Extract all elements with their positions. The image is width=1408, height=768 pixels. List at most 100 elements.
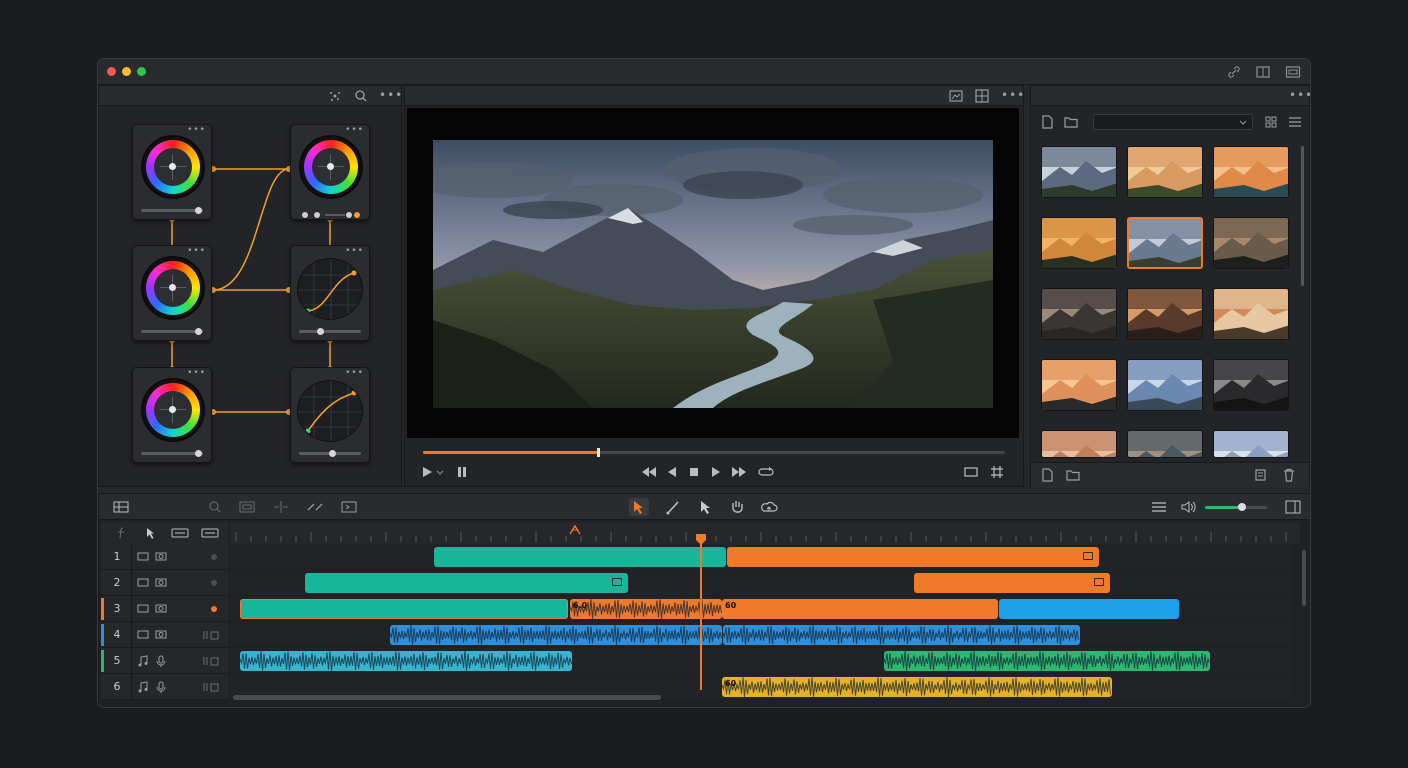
function-icon[interactable]: [115, 526, 129, 540]
scrub-bar[interactable]: [423, 448, 1005, 457]
timeline-clip[interactable]: [305, 573, 628, 593]
list-view-icon[interactable]: [1287, 114, 1303, 130]
media-thumbnail[interactable]: [1127, 146, 1203, 198]
bin-dropdown[interactable]: [1093, 114, 1253, 130]
frame-icon[interactable]: [237, 498, 257, 516]
hand-icon[interactable]: [727, 498, 747, 516]
curve-node[interactable]: •••: [290, 245, 370, 341]
split-icon[interactable]: [271, 498, 291, 516]
stop-icon[interactable]: [687, 464, 701, 478]
more-icon[interactable]: •••: [187, 125, 206, 135]
aspect-icon[interactable]: [963, 464, 979, 478]
curve-graph[interactable]: [297, 380, 363, 442]
color-wheel[interactable]: [299, 135, 363, 199]
timeline-clip[interactable]: [240, 599, 568, 619]
track-view-icon[interactable]: [137, 629, 149, 641]
color-wheel-node[interactable]: •••: [132, 124, 212, 220]
more-icon[interactable]: •••: [345, 368, 364, 378]
new-file-icon[interactable]: [1039, 467, 1055, 483]
grid-view-icon[interactable]: [1263, 114, 1279, 130]
waveform-view-icon[interactable]: [201, 526, 219, 540]
folder-icon[interactable]: [1065, 467, 1081, 483]
media-thumbnail[interactable]: [1041, 217, 1117, 269]
media-thumbnail[interactable]: [1213, 430, 1289, 458]
media-thumbnail[interactable]: [1041, 430, 1117, 458]
curve-node[interactable]: •••: [290, 367, 370, 463]
link-clips-icon[interactable]: [305, 498, 325, 516]
color-wheel-node[interactable]: •••: [132, 367, 212, 463]
node-slider[interactable]: [141, 328, 203, 335]
music-note-icon[interactable]: [137, 681, 149, 693]
horizontal-scrollbar[interactable]: [233, 695, 661, 700]
track-header[interactable]: 2: [101, 570, 228, 596]
color-wheel-node[interactable]: •••: [132, 245, 212, 341]
track-header[interactable]: 4: [101, 622, 228, 648]
timeline-clip[interactable]: [434, 547, 726, 567]
track-view-icon[interactable]: [137, 603, 149, 615]
camera-icon[interactable]: [155, 603, 167, 615]
media-thumbnail[interactable]: [1213, 217, 1289, 269]
microphone-icon[interactable]: [155, 681, 167, 693]
timeline-clip[interactable]: [884, 651, 1210, 671]
node-slider[interactable]: [141, 450, 203, 457]
screen-icon[interactable]: [1285, 64, 1301, 80]
media-thumbnail[interactable]: [1041, 146, 1117, 198]
export-icon[interactable]: [1253, 467, 1269, 483]
playhead[interactable]: [700, 544, 702, 690]
new-file-icon[interactable]: [1039, 114, 1055, 130]
media-thumbnail[interactable]: [1041, 288, 1117, 340]
overlay-icon[interactable]: [339, 498, 359, 516]
link-icon[interactable]: [1226, 64, 1242, 80]
more-icon[interactable]: •••: [345, 125, 364, 135]
color-wheel[interactable]: [141, 378, 205, 442]
timeline-clip[interactable]: [914, 573, 1110, 593]
track-view-icon[interactable]: [137, 551, 149, 563]
play-icon[interactable]: [421, 464, 451, 478]
scrollbar[interactable]: [1301, 146, 1304, 286]
media-thumbnail[interactable]: [1127, 359, 1203, 411]
more-icon[interactable]: •••: [187, 368, 206, 378]
track-header[interactable]: 1: [101, 544, 228, 570]
timeline-clip[interactable]: 60: [722, 599, 998, 619]
panel-toggle-icon[interactable]: [1283, 498, 1303, 516]
skip-back-icon[interactable]: [641, 464, 657, 478]
media-thumbnail[interactable]: [1127, 217, 1203, 269]
clip-list-icon[interactable]: [111, 498, 131, 516]
timeline-clip[interactable]: [723, 625, 1080, 645]
volume-icon[interactable]: [1179, 498, 1199, 516]
step-back-icon[interactable]: [665, 464, 679, 478]
camera-icon[interactable]: [155, 577, 167, 589]
menu-icon[interactable]: [1149, 498, 1169, 516]
music-note-icon[interactable]: [137, 655, 149, 667]
clip-view-icon[interactable]: [171, 526, 189, 540]
track-view-icon[interactable]: [137, 577, 149, 589]
grid-icon[interactable]: [974, 88, 990, 104]
track-lock-icon[interactable]: [201, 629, 221, 641]
media-thumbnail[interactable]: [1041, 359, 1117, 411]
split-view-icon[interactable]: [1255, 64, 1271, 80]
color-wheel-node[interactable]: •••: [290, 124, 370, 220]
track-lock-icon[interactable]: [201, 681, 221, 693]
track-header[interactable]: 3: [101, 596, 228, 622]
node-slider[interactable]: [299, 328, 361, 335]
pause-icon[interactable]: [455, 464, 469, 478]
pointer-icon[interactable]: [143, 526, 157, 540]
timeline-clip[interactable]: [390, 625, 722, 645]
more-icon[interactable]: •••: [345, 246, 364, 256]
marker-icon[interactable]: [568, 524, 582, 536]
node-slider[interactable]: [141, 207, 203, 214]
media-thumbnail[interactable]: [1213, 288, 1289, 340]
media-thumbnail[interactable]: [1127, 430, 1203, 458]
timeline-clip[interactable]: 60: [722, 677, 1112, 697]
play-forward-icon[interactable]: [709, 464, 723, 478]
volume-slider[interactable]: [1205, 503, 1267, 511]
track-header[interactable]: 6: [101, 674, 228, 700]
media-thumbnail[interactable]: [1127, 288, 1203, 340]
microphone-icon[interactable]: [155, 655, 167, 667]
media-thumbnail[interactable]: [1213, 146, 1289, 198]
timeline-ruler[interactable]: [230, 522, 1300, 545]
node-mini-controls[interactable]: [301, 205, 361, 218]
track-header[interactable]: 5: [101, 648, 228, 674]
more-icon[interactable]: •••: [187, 246, 206, 256]
close-button[interactable]: [107, 67, 116, 76]
